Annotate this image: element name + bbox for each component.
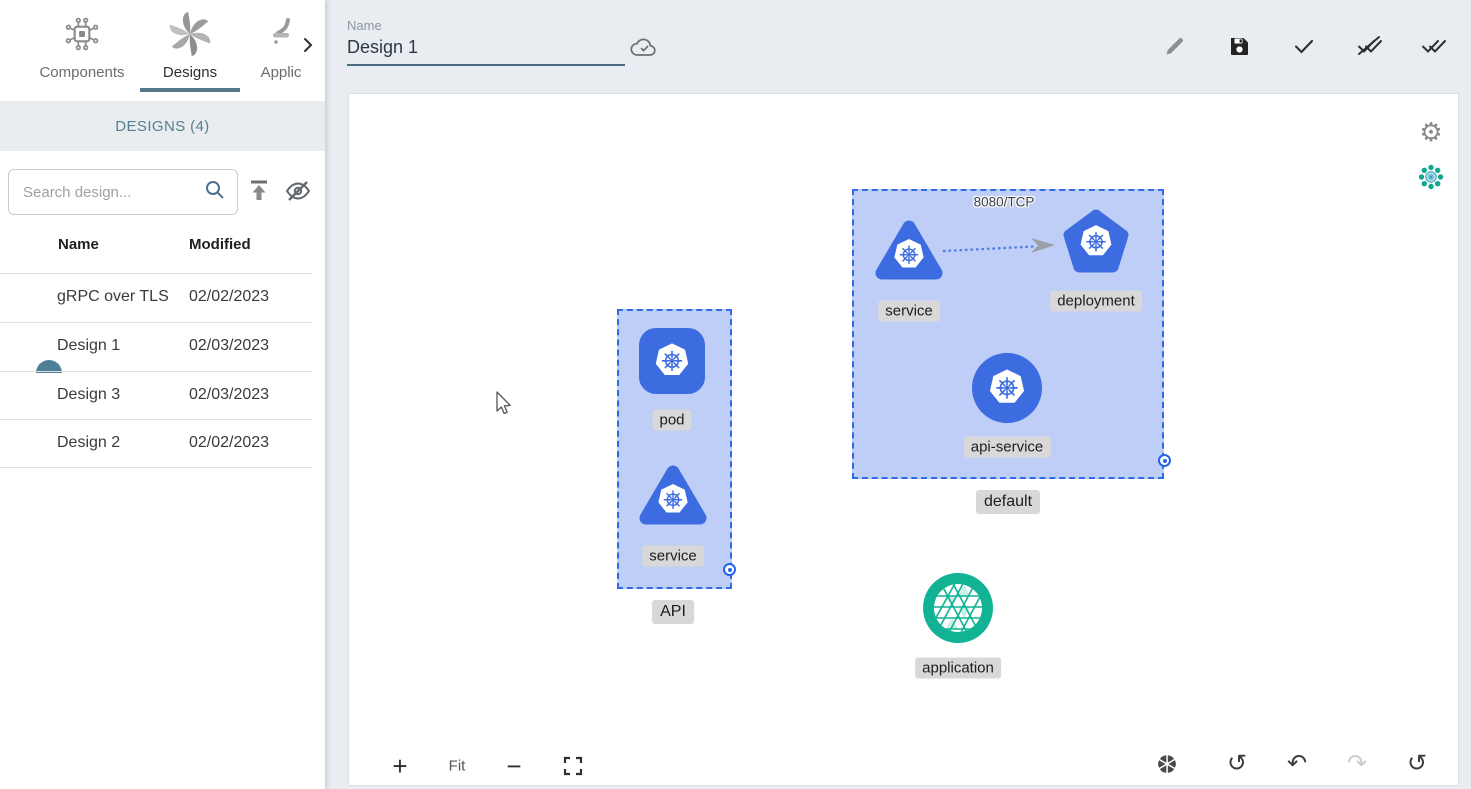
tab-designs-label: Designs: [144, 64, 236, 81]
meshery-logo: [922, 572, 994, 644]
row-modified: 02/03/2023: [189, 337, 269, 355]
group-label: API: [652, 600, 694, 624]
col-name: Name: [58, 236, 99, 253]
node-pod[interactable]: [639, 328, 705, 394]
designs-icon: [144, 8, 236, 60]
section-title: DESIGNS (4): [0, 101, 325, 151]
tab-components[interactable]: Components: [28, 8, 136, 81]
row-modified: 02/02/2023: [189, 434, 269, 452]
node-label: pod: [652, 410, 691, 431]
node-label: deployment: [1050, 291, 1142, 312]
design-name-input[interactable]: [347, 33, 625, 66]
node-label: service: [878, 301, 940, 322]
table-row[interactable]: Design 2 02/02/2023: [0, 420, 325, 468]
table-header: Name Modified: [0, 236, 325, 272]
validate-icon[interactable]: [1288, 30, 1320, 62]
deploy-icon[interactable]: [1418, 30, 1450, 62]
kubernetes-logo: [655, 481, 691, 517]
screenshot-icon[interactable]: [1155, 752, 1179, 776]
zoom-in-button[interactable]: +: [392, 753, 407, 779]
kubernetes-filter-icon[interactable]: [1416, 162, 1446, 192]
kubernetes-logo: [1077, 222, 1115, 260]
node-label: service: [642, 546, 704, 567]
search-input[interactable]: [21, 183, 203, 202]
node-deployment[interactable]: [1061, 207, 1131, 277]
sidebar-tabs: Components Designs: [0, 0, 325, 101]
sidebar: Components Designs: [0, 0, 325, 789]
row-name: Design 1: [57, 337, 120, 355]
design-name-field: Name: [347, 18, 625, 66]
node-service-api[interactable]: [638, 463, 708, 527]
row-modified: 02/03/2023: [189, 386, 269, 404]
reset-view-icon[interactable]: ↺: [1227, 752, 1247, 776]
row-modified: 02/02/2023: [189, 288, 269, 306]
col-modified: Modified: [189, 236, 251, 253]
table-row[interactable]: Design 3 02/03/2023: [0, 372, 325, 420]
name-field-label: Name: [347, 18, 625, 33]
active-tab-underline: [140, 88, 240, 92]
edge-service-deployment[interactable]: [926, 234, 1071, 264]
kubernetes-logo: [891, 236, 927, 272]
zoom-out-button[interactable]: −: [506, 753, 521, 779]
cloud-done-icon: [629, 36, 659, 65]
main-area: Name: [325, 0, 1471, 789]
cursor-pointer: [490, 389, 516, 419]
group-handle-icon[interactable]: [1158, 454, 1171, 467]
table-row[interactable]: gRPC over TLS 02/02/2023: [0, 274, 325, 322]
components-icon: [28, 8, 136, 60]
divider: [0, 467, 313, 468]
edge-label: 8080/TCP: [974, 195, 1035, 210]
save-icon[interactable]: [1223, 30, 1255, 62]
node-service-default[interactable]: [874, 218, 944, 282]
undeploy-icon[interactable]: [1353, 30, 1385, 62]
row-name: Design 2: [57, 434, 120, 452]
redo-icon[interactable]: ↷: [1347, 752, 1367, 776]
tab-applications-label: Applic: [248, 64, 314, 81]
design-search: [8, 169, 238, 215]
chevron-right-icon[interactable]: [302, 36, 314, 59]
group-label: default: [976, 490, 1040, 514]
node-label: application: [915, 658, 1001, 679]
edit-icon[interactable]: [1159, 30, 1191, 62]
design-canvas[interactable]: ⚙ pod se: [348, 93, 1459, 786]
row-name: Design 3: [57, 386, 120, 404]
fit-button[interactable]: Fit: [449, 758, 466, 775]
kubernetes-logo: [986, 366, 1028, 408]
search-icon[interactable]: [203, 178, 227, 207]
visibility-off-icon[interactable]: [284, 178, 312, 209]
kubernetes-logo: [652, 340, 692, 380]
row-name: gRPC over TLS: [57, 288, 169, 306]
tab-designs[interactable]: Designs: [144, 8, 236, 81]
node-application[interactable]: [922, 572, 994, 644]
fullscreen-icon[interactable]: [563, 756, 583, 776]
tab-components-label: Components: [28, 64, 136, 81]
reload-icon[interactable]: ↺: [1407, 752, 1427, 776]
upload-icon[interactable]: [247, 178, 271, 209]
node-label: api-service: [964, 437, 1051, 458]
undo-icon[interactable]: ↶: [1287, 752, 1307, 776]
settings-icon[interactable]: ⚙: [1416, 117, 1446, 147]
node-api-service[interactable]: [972, 353, 1042, 423]
group-handle-icon[interactable]: [723, 563, 736, 576]
